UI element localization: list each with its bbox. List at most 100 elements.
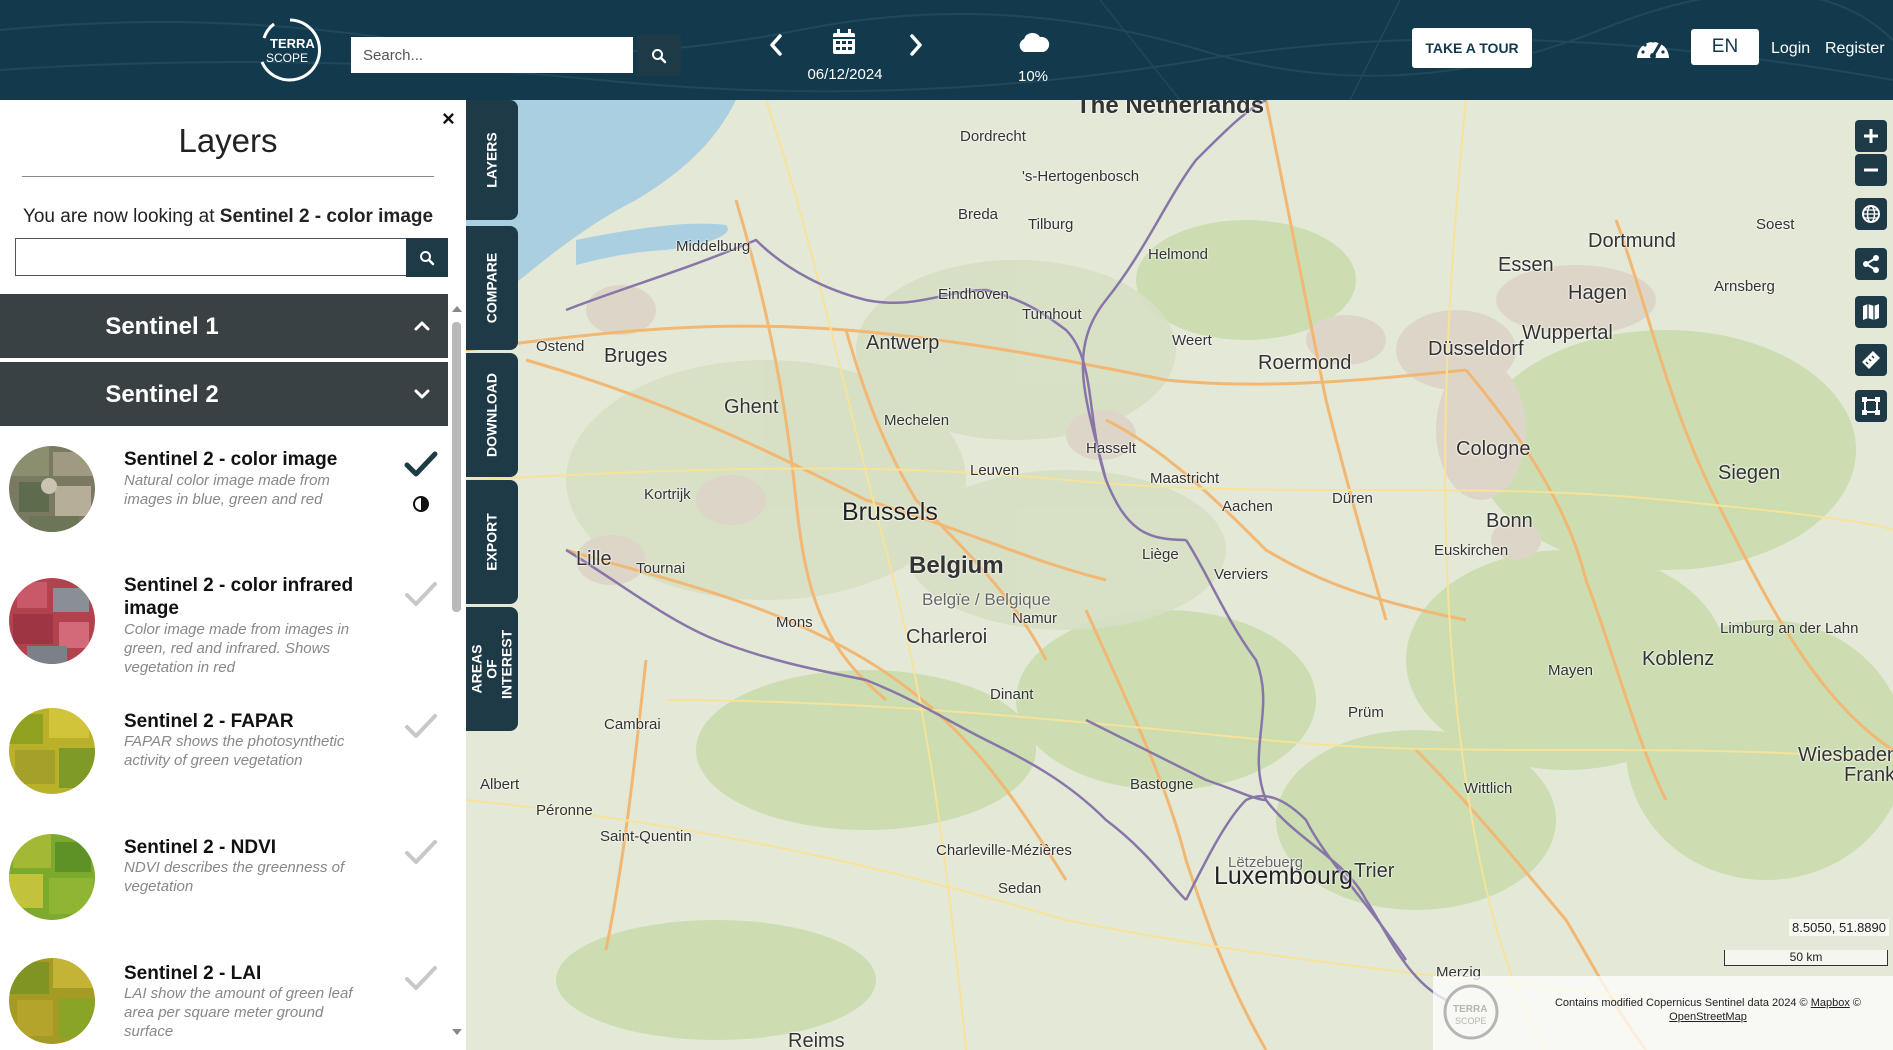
layer-search-button[interactable] <box>406 238 448 277</box>
measure-button[interactable] <box>1855 344 1887 376</box>
layer-item-color-image[interactable]: Sentinel 2 - color image Natural color i… <box>0 440 448 564</box>
next-date-button[interactable] <box>902 30 930 60</box>
gauge-icon <box>1637 39 1669 59</box>
checkmark-unselected-icon[interactable] <box>404 580 438 608</box>
previous-date-button[interactable] <box>762 30 790 60</box>
group-sentinel-1[interactable]: Sentinel 1 <box>0 294 448 358</box>
minus-icon <box>1864 168 1878 172</box>
map-label-siegen: Siegen <box>1718 462 1781 484</box>
calendar-button[interactable] <box>831 28 861 58</box>
map-label-weert: Weert <box>1172 332 1212 349</box>
map-label-koblenz: Koblenz <box>1642 648 1715 670</box>
tab-download[interactable]: DOWNLOAD <box>466 353 518 477</box>
chevron-right-icon <box>910 34 922 56</box>
chevron-down-icon <box>414 389 430 399</box>
map-label-soest: Soest <box>1756 216 1795 233</box>
scroll-up-arrow[interactable] <box>452 306 462 312</box>
map-attribution: TERRA SCOPE Contains modified Copernicus… <box>1433 976 1893 1050</box>
attribution-mapbox-link[interactable]: Mapbox <box>1811 997 1850 1009</box>
layer-description: FAPAR shows the photosynthetic activity … <box>124 733 345 769</box>
map-label-charleroi: Charleroi <box>906 626 988 648</box>
map-label-letzebuerg: Lëtzebuerg <box>1228 854 1304 871</box>
layer-item-lai[interactable]: Sentinel 2 - LAI LAI show the amount of … <box>0 952 448 1050</box>
login-link[interactable]: Login <box>1771 40 1810 58</box>
scroll-down-arrow[interactable] <box>452 1029 462 1035</box>
zoom-out-button[interactable] <box>1855 154 1887 186</box>
zoom-in-button[interactable] <box>1855 120 1887 152</box>
map-label-ghent: Ghent <box>724 396 779 418</box>
attribution-osm-link[interactable]: OpenStreetMap <box>1669 1011 1747 1023</box>
group-sentinel-2[interactable]: Sentinel 2 <box>0 362 448 426</box>
plus-icon <box>1864 129 1878 143</box>
map-label-helmond: Helmond <box>1148 246 1209 263</box>
map-label-antwerp: Antwerp <box>866 332 940 354</box>
map-label-albert: Albert <box>480 776 520 793</box>
layer-item-color-infrared[interactable]: Sentinel 2 - color infrared image Color … <box>0 564 448 688</box>
checkmark-unselected-icon[interactable] <box>404 712 438 740</box>
map-label-eindhoven: Eindhoven <box>938 286 1009 303</box>
layer-item-ndvi[interactable]: Sentinel 2 - NDVI NDVI describes the gre… <box>0 826 448 950</box>
layer-thumbnail <box>9 578 95 664</box>
opacity-icon[interactable] <box>413 496 429 512</box>
language-selector[interactable]: EN <box>1691 29 1759 65</box>
calendar-icon <box>833 29 855 54</box>
map-label-mezieres: Charleville-Mézières <box>936 842 1072 859</box>
cloud-cover-value: 10% <box>1017 68 1049 85</box>
share-button[interactable] <box>1855 248 1887 280</box>
map-label-dinant: Dinant <box>990 686 1034 703</box>
logo-text-terra: TERRA <box>270 36 315 51</box>
map-label-turnhout: Turnhout <box>1022 306 1082 323</box>
layer-name: Sentinel 2 - NDVI <box>124 837 277 858</box>
globe-button[interactable] <box>1855 198 1887 230</box>
selected-date[interactable]: 06/12/2024 <box>790 66 900 83</box>
map-label-mons: Mons <box>776 614 813 631</box>
map-view[interactable]: The Netherlands Belgium Belgïe / Belgiqu… <box>466 100 1893 1050</box>
tab-compare[interactable]: COMPARE <box>466 226 518 350</box>
cloud-cover-button[interactable] <box>1016 30 1050 56</box>
tab-layers-label: LAYERS <box>483 132 500 188</box>
layer-item-fapar[interactable]: Sentinel 2 - FAPAR FAPAR shows the photo… <box>0 700 448 824</box>
terrascope-logo[interactable]: TERRA SCOPE <box>250 14 330 84</box>
draw-area-button[interactable] <box>1855 390 1887 422</box>
map-label-belgium-sub: Belgïe / Belgique <box>922 590 1051 609</box>
tab-layers[interactable]: LAYERS <box>466 100 518 220</box>
checkmark-unselected-icon[interactable] <box>404 838 438 866</box>
map-label-prum: Prüm <box>1348 704 1384 721</box>
cursor-coordinates: 8.5050, 51.8890 <box>1789 919 1889 936</box>
cloud-icon <box>1019 32 1050 52</box>
map-label-bonn: Bonn <box>1486 510 1533 532</box>
tab-download-label: DOWNLOAD <box>483 373 500 457</box>
globe-icon <box>1862 205 1880 223</box>
map-label-kortrijk: Kortrijk <box>644 486 691 503</box>
layer-thumbnail <box>9 708 95 794</box>
panel-scrollbar-thumb[interactable] <box>452 322 461 612</box>
map-label-aachen: Aachen <box>1222 498 1273 515</box>
map-label-limburg: Limburg an der Lahn <box>1720 620 1859 637</box>
checkmark-selected-icon[interactable] <box>404 450 438 478</box>
search-button[interactable] <box>637 35 681 76</box>
basemap-button[interactable] <box>1855 296 1887 328</box>
tab-areas-of-interest[interactable]: AREAS OF INTEREST <box>466 607 518 731</box>
layer-description: Color image made from images in green, r… <box>124 621 350 676</box>
attribution-copernicus: Contains modified Copernicus Sentinel da… <box>1554 997 1808 1009</box>
take-a-tour-button[interactable]: TAKE A TOUR <box>1412 28 1532 68</box>
tab-export[interactable]: EXPORT <box>466 480 518 604</box>
map-label-dortmund: Dortmund <box>1588 230 1676 252</box>
map-label-wittlich: Wittlich <box>1464 780 1513 797</box>
map-label-hagen: Hagen <box>1568 282 1627 304</box>
tab-export-label: EXPORT <box>483 513 500 571</box>
search-input[interactable] <box>351 37 633 73</box>
performance-gauge-button[interactable] <box>1634 32 1672 64</box>
layer-search-input[interactable] <box>15 238 407 276</box>
layer-name: Sentinel 2 - LAI <box>124 963 262 984</box>
chevron-left-icon <box>770 34 782 56</box>
layer-description: LAI show the amount of green leaf area p… <box>124 985 353 1040</box>
ruler-icon <box>1862 351 1880 369</box>
layer-name: Sentinel 2 - color image <box>124 449 338 470</box>
attribution-text: Contains modified Copernicus Sentinel da… <box>1554 997 1862 1023</box>
register-link[interactable]: Register <box>1825 40 1885 58</box>
map-label-roermond: Roermond <box>1258 352 1352 374</box>
map-label-essen: Essen <box>1498 254 1554 276</box>
map-label-hertogenbosch: 's-Hertogenbosch <box>1022 168 1140 185</box>
checkmark-unselected-icon[interactable] <box>404 964 438 992</box>
